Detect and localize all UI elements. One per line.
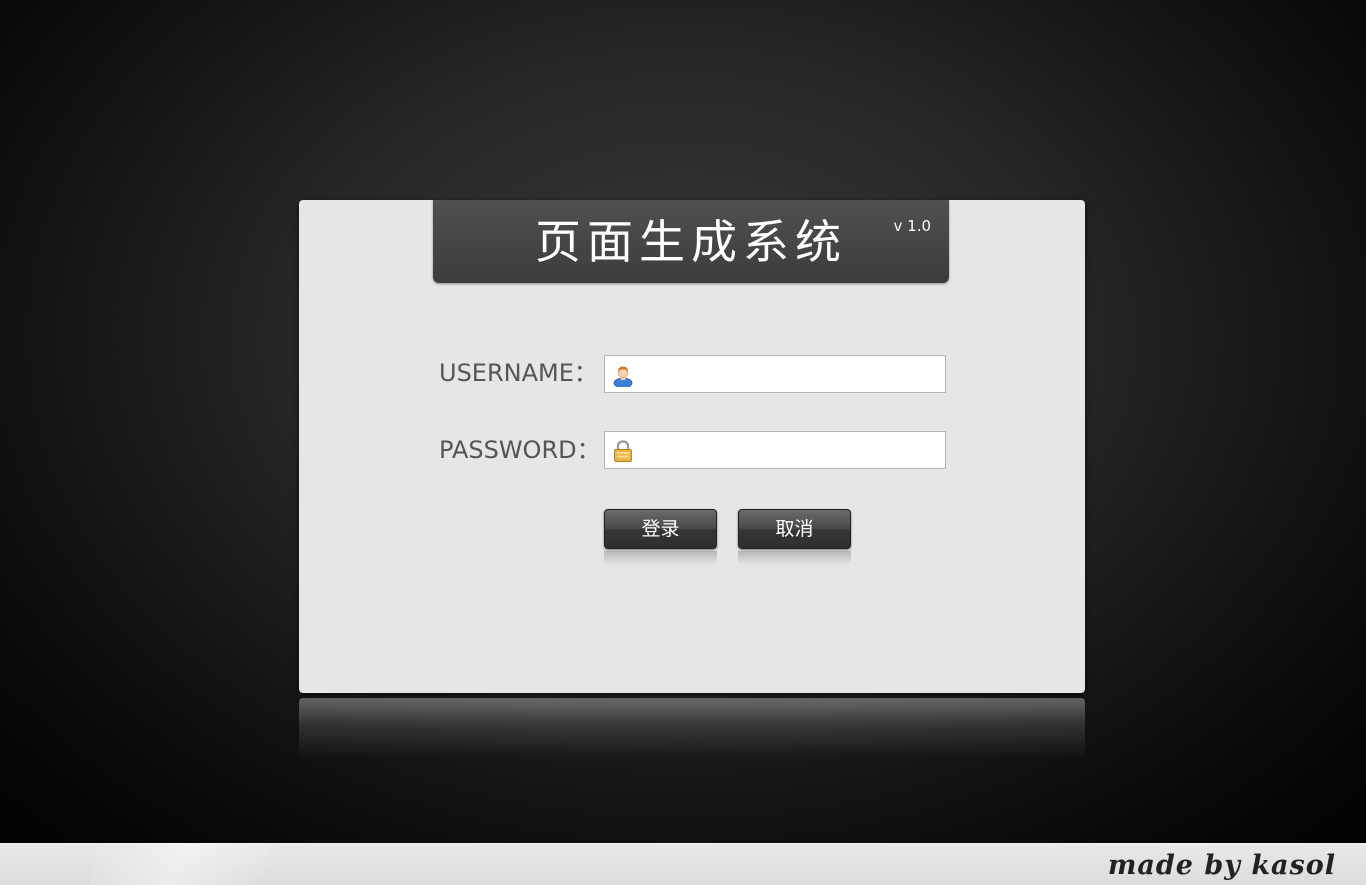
- username-label: USERNAME：: [439, 359, 598, 387]
- cancel-button-reflection: [738, 551, 851, 565]
- login-page: 页面生成系统 v 1.0 USERNAME： PASSWORD： 登录 取消 m…: [0, 0, 1366, 885]
- username-input[interactable]: [639, 356, 939, 392]
- lock-icon: [614, 440, 632, 462]
- card-reflection: [299, 698, 1085, 758]
- password-input[interactable]: [639, 432, 939, 468]
- version-label: v 1.0: [893, 217, 932, 235]
- footer-sheen: [90, 844, 270, 885]
- cancel-button[interactable]: 取消: [738, 509, 851, 549]
- login-button[interactable]: 登录: [604, 509, 717, 549]
- login-card: 页面生成系统 v 1.0 USERNAME： PASSWORD： 登录 取消: [299, 200, 1085, 693]
- password-label: PASSWORD：: [439, 436, 601, 464]
- app-title: 页面生成系统: [535, 215, 847, 269]
- footer-bar: made by kasol: [0, 843, 1366, 885]
- author-credit: made by kasol: [1107, 850, 1336, 881]
- title-bar: 页面生成系统 v 1.0: [433, 200, 949, 283]
- password-field[interactable]: [604, 431, 946, 469]
- login-button-reflection: [604, 551, 717, 565]
- user-icon: [613, 366, 633, 387]
- username-field[interactable]: [604, 355, 946, 393]
